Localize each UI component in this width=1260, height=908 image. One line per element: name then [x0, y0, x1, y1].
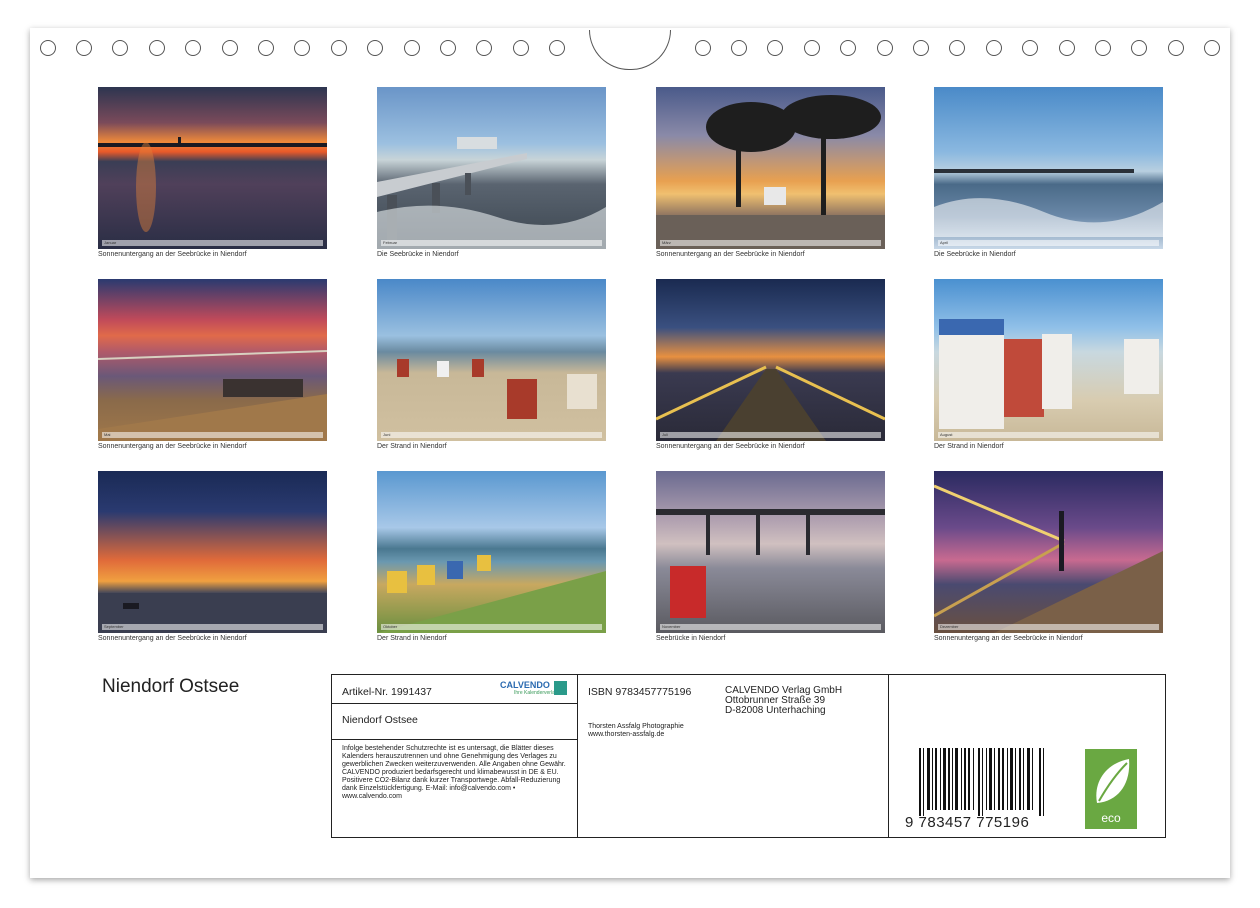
- leaf-icon: [1096, 759, 1130, 803]
- calvendo-logo: CALVENDO Ihre Kalenderverlag: [500, 680, 568, 698]
- publisher-address: CALVENDO Verlag GmbH Ottobrunner Straße …: [725, 686, 842, 716]
- ring-hole: [1168, 40, 1184, 56]
- month-strip: Mai: [102, 432, 323, 438]
- legal-text: Infolge bestehender Schutzrechte ist es …: [342, 745, 566, 800]
- barcode-digits: 9 783457 775196: [905, 814, 1030, 831]
- month-photo-january: Januar: [98, 87, 327, 249]
- ring-hole: [294, 40, 310, 56]
- photo-caption: Der Strand in Niendorf: [377, 443, 447, 450]
- month-strip: Juli: [660, 432, 881, 438]
- eco-label: eco: [1101, 811, 1121, 825]
- month-strip: September: [102, 624, 323, 630]
- divider: [577, 674, 578, 838]
- photo-caption: Sonnenuntergang an der Seebrücke in Nien…: [98, 635, 247, 642]
- month-strip: April: [938, 240, 1159, 246]
- ring-hole: [1059, 40, 1075, 56]
- ring-hole: [404, 40, 420, 56]
- ring-hole: [440, 40, 456, 56]
- ring-hole: [40, 40, 56, 56]
- ring-hole: [1204, 40, 1220, 56]
- month-strip: Dezember: [938, 624, 1159, 630]
- eco-badge: eco: [1085, 749, 1137, 829]
- publisher-city: D-82008 Unterhaching: [725, 705, 826, 716]
- divider: [888, 674, 889, 838]
- article-number: Artikel-Nr. 1991437: [342, 686, 432, 698]
- ring-hole: [913, 40, 929, 56]
- photo-caption: Sonnenuntergang an der Seebrücke in Nien…: [656, 251, 805, 258]
- photographer-name: Thorsten Assfalg Photographie: [588, 723, 684, 730]
- ring-hole: [476, 40, 492, 56]
- photo-caption: Der Strand in Niendorf: [934, 443, 1004, 450]
- ring-hole: [222, 40, 238, 56]
- photo-caption: Die Seebrücke in Niendorf: [377, 251, 459, 258]
- month-strip: August: [938, 432, 1159, 438]
- month-photo-may: Mai: [98, 279, 327, 441]
- month-strip: Januar: [102, 240, 323, 246]
- ring-hole: [258, 40, 274, 56]
- ring-hole: [695, 40, 711, 56]
- month-photo-october: Oktober: [377, 471, 606, 633]
- ring-hole: [331, 40, 347, 56]
- binding-rings: [0, 0, 1260, 80]
- barcode: [919, 748, 1044, 816]
- photo-caption: Sonnenuntergang an der Seebrücke in Nien…: [656, 443, 805, 450]
- month-strip: Juni: [381, 432, 602, 438]
- month-photo-june: Juni: [377, 279, 606, 441]
- isbn: ISBN 9783457775196: [588, 686, 692, 698]
- divider: [331, 703, 578, 704]
- info-title: Niendorf Ostsee: [342, 714, 418, 726]
- ring-hole: [367, 40, 383, 56]
- month-photo-august: August: [934, 279, 1163, 441]
- photo-caption: Seebrücke in Niendorf: [656, 635, 726, 642]
- month-photo-march: März: [656, 87, 885, 249]
- ring-hole: [767, 40, 783, 56]
- photographer-info: Thorsten Assfalg Photographie www.thorst…: [588, 723, 684, 739]
- photographer-url: www.thorsten-assfalg.de: [588, 731, 665, 738]
- ring-hole: [804, 40, 820, 56]
- ring-hole: [1131, 40, 1147, 56]
- ring-hole: [1022, 40, 1038, 56]
- calvendo-logo-text: CALVENDO: [500, 680, 550, 690]
- ring-hole: [877, 40, 893, 56]
- ring-hole: [986, 40, 1002, 56]
- ring-hole: [149, 40, 165, 56]
- ring-hole: [185, 40, 201, 56]
- month-photo-april: April: [934, 87, 1163, 249]
- month-strip: Februar: [381, 240, 602, 246]
- ring-hole: [549, 40, 565, 56]
- month-photo-july: Juli: [656, 279, 885, 441]
- month-strip: Oktober: [381, 624, 602, 630]
- ring-hole: [1095, 40, 1111, 56]
- month-strip: November: [660, 624, 881, 630]
- calvendo-logo-sub: Ihre Kalenderverlag: [514, 690, 558, 696]
- month-photo-november: November: [656, 471, 885, 633]
- month-strip: März: [660, 240, 881, 246]
- month-photo-december: Dezember: [934, 471, 1163, 633]
- photo-caption: Sonnenuntergang an der Seebrücke in Nien…: [98, 251, 247, 258]
- month-photo-september: September: [98, 471, 327, 633]
- calvendo-book-icon: [554, 681, 567, 695]
- photo-caption: Der Strand in Niendorf: [377, 635, 447, 642]
- photo-caption: Sonnenuntergang an der Seebrücke in Nien…: [98, 443, 247, 450]
- ring-hole: [731, 40, 747, 56]
- ring-hole: [112, 40, 128, 56]
- divider: [331, 739, 578, 740]
- hanger-notch: [589, 30, 671, 70]
- photo-caption: Die Seebrücke in Niendorf: [934, 251, 1016, 258]
- month-photo-february: Februar: [377, 87, 606, 249]
- calendar-title: Niendorf Ostsee: [102, 676, 240, 697]
- photo-caption: Sonnenuntergang an der Seebrücke in Nien…: [934, 635, 1083, 642]
- ring-hole: [840, 40, 856, 56]
- ring-hole: [513, 40, 529, 56]
- ring-hole: [949, 40, 965, 56]
- ring-hole: [76, 40, 92, 56]
